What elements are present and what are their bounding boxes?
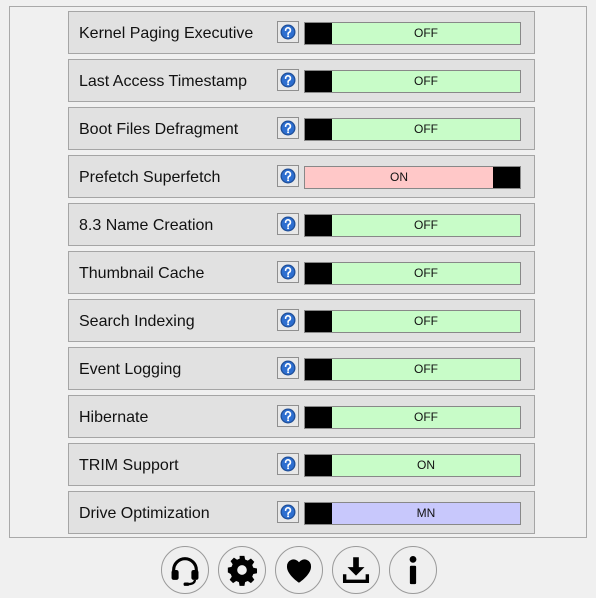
- help-button[interactable]: [277, 453, 299, 475]
- toggle-state-label: OFF: [414, 74, 438, 88]
- toggle-knob[interactable]: [305, 23, 332, 44]
- support-button[interactable]: [161, 546, 209, 594]
- toggle-switch[interactable]: OFF: [304, 262, 521, 285]
- setting-row-kernel-paging-executive: Kernel Paging Executive OFF: [68, 11, 535, 54]
- settings-button[interactable]: [218, 546, 266, 594]
- toggle-switch[interactable]: OFF: [304, 406, 521, 429]
- help-icon: [280, 24, 296, 40]
- info-icon: [396, 553, 430, 587]
- setting-row-boot-files-defragment: Boot Files Defragment OFF: [68, 107, 535, 150]
- info-button[interactable]: [389, 546, 437, 594]
- toggle-state-label: OFF: [414, 314, 438, 328]
- setting-row-hibernate: Hibernate OFF: [68, 395, 535, 438]
- toggle-state-label: OFF: [414, 410, 438, 424]
- setting-label: Prefetch Superfetch: [79, 169, 221, 186]
- toggle-knob[interactable]: [305, 311, 332, 332]
- setting-row-last-access-timestamp: Last Access Timestamp OFF: [68, 59, 535, 102]
- setting-label: 8.3 Name Creation: [79, 217, 214, 234]
- toggle-switch[interactable]: ON: [304, 166, 521, 189]
- toggle-state-label: OFF: [414, 122, 438, 136]
- help-icon: [280, 168, 296, 184]
- help-icon: [280, 264, 296, 280]
- setting-row-8-3-name-creation: 8.3 Name Creation OFF: [68, 203, 535, 246]
- toggle-knob[interactable]: [305, 263, 332, 284]
- help-button[interactable]: [277, 69, 299, 91]
- toggle-switch[interactable]: OFF: [304, 214, 521, 237]
- help-button[interactable]: [277, 357, 299, 379]
- setting-row-drive-optimization: Drive Optimization MN: [68, 491, 535, 534]
- help-button[interactable]: [277, 501, 299, 523]
- setting-label: Hibernate: [79, 409, 149, 426]
- bottom-toolbar: [0, 544, 596, 598]
- help-icon: [280, 216, 296, 232]
- toggle-state-label: OFF: [414, 362, 438, 376]
- toggle-state-label: OFF: [414, 266, 438, 280]
- toggle-state-label: OFF: [414, 26, 438, 40]
- toggle-state-label: ON: [417, 458, 435, 472]
- toggle-state-label: MN: [416, 506, 436, 520]
- help-icon: [280, 72, 296, 88]
- toggle-switch[interactable]: ON: [304, 454, 521, 477]
- help-icon: [280, 456, 296, 472]
- toggle-knob[interactable]: [305, 455, 332, 476]
- toggle-knob[interactable]: [305, 359, 332, 380]
- setting-row-trim-support: TRIM Support ON: [68, 443, 535, 486]
- setting-label: Kernel Paging Executive: [79, 25, 254, 42]
- setting-label: Drive Optimization: [79, 505, 210, 522]
- help-button[interactable]: [277, 309, 299, 331]
- toggle-knob[interactable]: [305, 215, 332, 236]
- help-icon: [280, 408, 296, 424]
- help-button[interactable]: [277, 117, 299, 139]
- settings-list: Kernel Paging Executive OFF Last Access Ti…: [68, 11, 535, 539]
- help-button[interactable]: [277, 213, 299, 235]
- download-icon: [339, 553, 373, 587]
- download-button[interactable]: [332, 546, 380, 594]
- toggle-knob[interactable]: [305, 119, 332, 140]
- toggle-switch[interactable]: OFF: [304, 310, 521, 333]
- setting-row-thumbnail-cache: Thumbnail Cache OFF: [68, 251, 535, 294]
- setting-label: Event Logging: [79, 361, 182, 378]
- help-button[interactable]: [277, 405, 299, 427]
- toggle-knob[interactable]: [493, 167, 520, 188]
- toggle-state-label: OFF: [414, 218, 438, 232]
- help-icon: [280, 120, 296, 136]
- gear-icon: [225, 553, 259, 587]
- heart-icon: [282, 553, 316, 587]
- toggle-knob[interactable]: [305, 71, 332, 92]
- toggle-switch[interactable]: OFF: [304, 70, 521, 93]
- help-icon: [280, 504, 296, 520]
- setting-label: Last Access Timestamp: [79, 73, 248, 90]
- settings-panel: Kernel Paging Executive OFF Last Access Ti…: [9, 6, 587, 538]
- toggle-state-label: ON: [390, 170, 408, 184]
- setting-label: Boot Files Defragment: [79, 121, 239, 138]
- toggle-switch[interactable]: OFF: [304, 118, 521, 141]
- toggle-knob[interactable]: [305, 503, 332, 524]
- help-button[interactable]: [277, 165, 299, 187]
- setting-row-search-indexing: Search Indexing OFF: [68, 299, 535, 342]
- setting-row-prefetch-superfetch: Prefetch Superfetch ON: [68, 155, 535, 198]
- toggle-switch[interactable]: MN: [304, 502, 521, 525]
- help-button[interactable]: [277, 261, 299, 283]
- setting-row-event-logging: Event Logging OFF: [68, 347, 535, 390]
- toggle-switch[interactable]: OFF: [304, 22, 521, 45]
- setting-label: TRIM Support: [79, 457, 179, 474]
- toggle-knob[interactable]: [305, 407, 332, 428]
- setting-label: Search Indexing: [79, 313, 195, 330]
- toggle-switch[interactable]: OFF: [304, 358, 521, 381]
- setting-label: Thumbnail Cache: [79, 265, 205, 282]
- help-button[interactable]: [277, 21, 299, 43]
- favorite-button[interactable]: [275, 546, 323, 594]
- help-icon: [280, 360, 296, 376]
- help-icon: [280, 312, 296, 328]
- headset-icon: [168, 553, 202, 587]
